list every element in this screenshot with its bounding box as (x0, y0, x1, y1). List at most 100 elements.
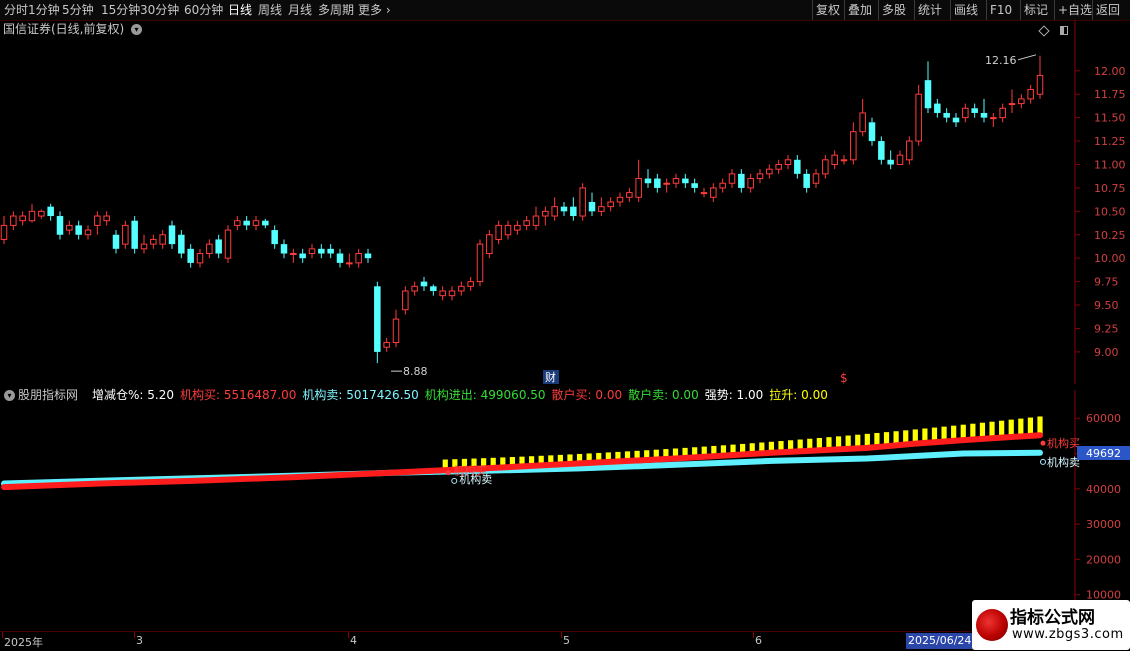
candle-body (514, 224, 521, 231)
cursor-date-label: 2025/06/24 (906, 633, 974, 649)
candle-body (75, 225, 82, 235)
date-label-4: 6 (755, 634, 762, 647)
candle-body (728, 173, 736, 184)
candle-body (775, 163, 782, 170)
candle-body (355, 253, 362, 264)
candle-body (10, 215, 17, 226)
candle-body (476, 243, 484, 283)
date-tick (2, 632, 3, 638)
candle-body (56, 216, 64, 235)
candle-body (588, 201, 596, 212)
candle-body (504, 224, 512, 236)
price-tick-label: 10.00 (1094, 252, 1126, 265)
price-tick-label: 9.75 (1094, 276, 1119, 289)
candle-body (94, 215, 101, 226)
candle-body (215, 239, 222, 254)
candle-body (458, 285, 465, 292)
candle-body (887, 159, 894, 165)
candle-body (766, 168, 773, 175)
candle-body (103, 215, 110, 222)
candle-body (859, 112, 866, 133)
sell-start-dot (451, 477, 458, 484)
candle-body (224, 229, 232, 259)
candle-body (196, 253, 204, 264)
candle-body (299, 253, 306, 259)
candle-body (551, 206, 558, 217)
candlestick-chart: 9.00 9.25 9.50 9.75 10.00 10.25 10.50 10.75 11.0… (0, 20, 1126, 384)
sell-end-label: 机构卖 (1047, 455, 1080, 469)
date-label-3: 5 (563, 634, 570, 647)
price-tick-label: 9.50 (1094, 299, 1119, 312)
candle-body (168, 225, 176, 245)
candle-body (906, 140, 913, 161)
date-tick (348, 632, 349, 638)
candle-body (663, 182, 670, 185)
candle-body (523, 220, 530, 226)
candle-body (812, 173, 820, 184)
buy-end-label: 机构买 (1047, 436, 1080, 450)
price-tick-label: 11.50 (1094, 112, 1126, 125)
candle-body (290, 253, 297, 256)
candle-body (598, 206, 605, 212)
candle-body (644, 178, 652, 184)
candle-body (840, 159, 848, 162)
price-tick-label: 10.50 (1094, 205, 1126, 218)
candle-body (280, 244, 288, 254)
candle-body (131, 220, 138, 249)
value-box-text: 49692 (1086, 447, 1121, 460)
candle-body (327, 248, 334, 254)
ind-tick-label: 40000 (1086, 483, 1121, 496)
candle-body (84, 229, 92, 236)
buy-end-dot (1040, 440, 1046, 446)
candle-body (374, 286, 381, 352)
candle-body (868, 122, 876, 142)
candle-body (616, 196, 624, 203)
candle-body (19, 215, 26, 222)
candle-body (112, 234, 120, 249)
candle-body (122, 224, 129, 245)
candle-body (28, 210, 36, 222)
candle-body (430, 286, 437, 291)
candle-body (1036, 74, 1044, 95)
candle-body (336, 253, 344, 263)
candle-body (38, 210, 45, 217)
candle-body (579, 187, 586, 217)
candle-body (607, 201, 614, 208)
date-tick (561, 632, 562, 638)
candle-body (448, 290, 456, 297)
candle-body (271, 230, 278, 245)
candle-body (159, 234, 166, 245)
candle-body (1008, 103, 1016, 106)
candle-body (495, 224, 502, 240)
candle-body (896, 154, 904, 165)
candle-body (262, 220, 269, 226)
candle-body (822, 159, 829, 175)
candle-body (756, 173, 764, 180)
price-tick-label: 11.25 (1094, 135, 1126, 148)
indicator-chart: 100002000030000400005000060000 机构买机构卖496… (1, 390, 1130, 630)
candle-body (308, 248, 316, 255)
candle-body (420, 281, 428, 287)
candle-body (980, 112, 988, 118)
candle-body (392, 318, 400, 344)
low-price-label: 8.88 (403, 365, 428, 378)
candle-body (943, 112, 950, 118)
watermark-title: 指标公式网 (1010, 608, 1095, 628)
finance-marker: 财 (545, 370, 556, 384)
price-tick-label: 11.75 (1094, 88, 1126, 101)
candle-body (542, 210, 549, 217)
sell-start-label: 机构卖 (459, 472, 492, 486)
event-marker: $ (840, 371, 848, 384)
buy-start-dot (445, 470, 451, 476)
watermark-logo: 指标公式网 www.zbgs3.com (972, 600, 1130, 650)
candle-body (710, 187, 717, 198)
date-label-2: 4 (350, 634, 357, 647)
candle-body (990, 117, 997, 120)
candle-body (206, 243, 213, 255)
candle-body (784, 159, 792, 165)
candle-body (700, 192, 708, 195)
candle-body (140, 243, 148, 250)
date-axis: 2025年 3 4 5 6 2025/06/24 (0, 631, 1130, 651)
candle-body (570, 206, 577, 217)
candle-body (831, 154, 838, 165)
